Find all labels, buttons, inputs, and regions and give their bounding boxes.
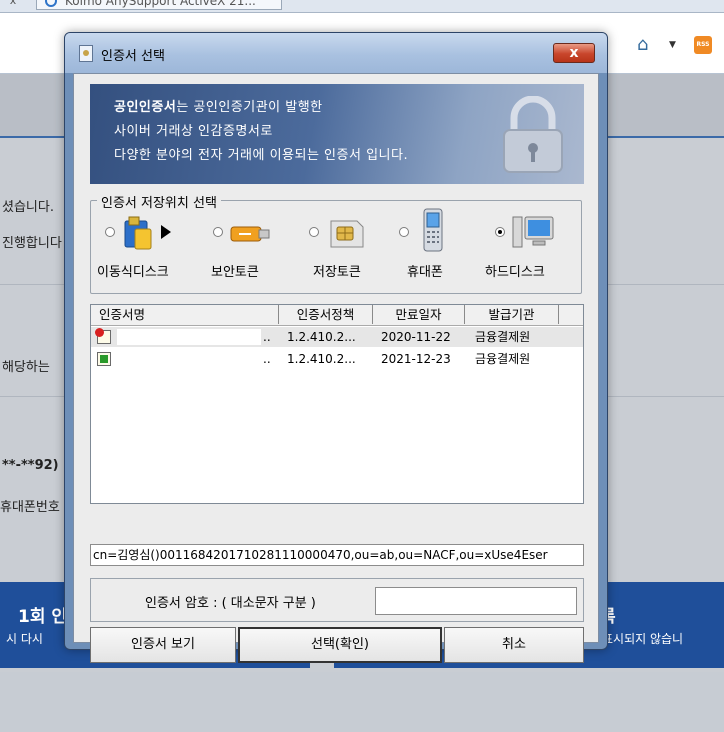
padlock-icon [503,96,563,173]
banner-line-1-text: 는 공인인증기관이 발행한 [176,100,323,115]
rss-icon[interactable]: RSS [694,36,712,54]
password-group: 인증서 암호 : ( 대소문자 구분 ) [90,578,584,622]
banner-line-2: 사이버 거래상 인감증명서로 [114,124,273,139]
browser-tab-bar: x Kolmo AnySupport ActiveX 21... [0,0,724,13]
banner-line-3: 다양한 분야의 전자 거래에 이용되는 인증서 입니다. [114,148,409,163]
table-row[interactable]: .. 1.2.410.2... 2020-11-22 금융결제원 [91,327,583,347]
storage-token-icon [330,220,364,248]
column-header-name[interactable]: 인증서명 [91,305,279,324]
page-footer [0,672,724,732]
ie-icon [45,0,57,7]
certificate-issuer: 금융결제원 [475,330,531,344]
browser-tab-label: Kolmo AnySupport ActiveX 21... [65,0,256,8]
location-removable-disk[interactable]: 이동식디스크 [97,215,205,287]
certificate-select-dialog: 인증서 선택 x 공인인증서는 공인인증기관이 발행한 사이버 거래상 인감증명… [64,32,608,663]
password-input[interactable] [375,587,577,615]
certificate-policy: 1.2.410.2... [287,330,356,344]
certificate-issuer: 금융결제원 [475,352,531,366]
certificate-policy: 1.2.410.2... [287,352,356,366]
certificate-expiry: 2021-12-23 [381,352,451,366]
hard-disk-icon [512,216,554,248]
cancel-button[interactable]: 취소 [444,627,584,663]
tab-close-button[interactable]: x [0,0,26,12]
bg-text-line: 셨습니다. [2,200,54,215]
banner-line-1: 공인인증서는 공인인증기관이 발행한 [114,96,323,115]
confirm-button[interactable]: 선택(확인) [238,627,442,663]
location-label: 보안토큰 [211,265,259,280]
promo-subtitle: 표시되지 않습니 [602,632,684,646]
radio-hard-disk[interactable] [495,227,505,237]
location-label: 하드디스크 [485,265,545,280]
column-header-issuer[interactable]: 발급기관 [465,305,559,324]
location-label: 저장토큰 [313,265,361,280]
radio-removable-disk[interactable] [105,227,115,237]
location-label: 휴대폰 [407,265,443,280]
usb-disk-icon [124,216,171,250]
location-security-token[interactable]: 보안토큰 [211,215,313,287]
mobile-phone-icon [423,208,443,252]
certificate-expiry: 2020-11-22 [381,330,451,344]
column-header-policy[interactable]: 인증서정책 [279,305,373,324]
bg-text-line: **-**92) [2,458,59,473]
list-header: 인증서명 인증서정책 만료일자 발급기관 [91,305,583,326]
certificate-name-ellipsis: .. [263,352,271,366]
promo-title: 1회 인 [18,607,68,627]
certificate-dn-field[interactable]: cn=김영심()0011684201710281110000470,ou=ab,… [90,544,584,566]
storage-location-group: 인증서 저장위치 선택 이동식디스크 보안토큰 저장토큰 휴대폰 하드디스크 [90,192,582,294]
promo-subtitle: 시 다시 [6,632,43,646]
browser-tab[interactable]: Kolmo AnySupport ActiveX 21... [36,0,282,10]
location-hard-disk[interactable]: 하드디스크 [485,215,595,287]
location-storage-token[interactable]: 저장토큰 [309,215,409,287]
certificate-list[interactable]: 인증서명 인증서정책 만료일자 발급기관 .. 1.2.410.2... 202… [90,304,584,504]
column-header-expiry[interactable]: 만료일자 [373,305,465,324]
storage-location-label: 인증서 저장위치 선택 [97,192,221,211]
close-button[interactable]: x [553,43,595,63]
dialog-title: 인증서 선택 [101,49,165,64]
bg-text-line: 진행합니다 [2,236,62,251]
view-certificate-button[interactable]: 인증서 보기 [90,627,236,663]
radio-storage-token[interactable] [309,227,319,237]
banner-bold-text: 공인인증서 [114,100,177,115]
security-token-icon [230,226,270,242]
certificate-name [117,329,261,345]
certificate-icon [79,45,93,62]
dialog-body: 공인인증서는 공인인증기관이 발행한 사이버 거래상 인감증명서로 다양한 분야… [73,73,599,663]
bg-text-line: 해당하는 [2,360,50,375]
info-banner: 공인인증서는 공인인증기관이 발행한 사이버 거래상 인감증명서로 다양한 분야… [90,84,584,184]
chevron-down-icon[interactable]: ▼ [669,40,676,50]
home-icon[interactable]: ⌂ [637,34,659,55]
certificate-name [117,351,261,367]
dialog-titlebar[interactable]: 인증서 선택 x [65,33,607,73]
location-mobile-phone[interactable]: 휴대폰 [399,208,499,287]
password-label: 인증서 암호 : ( 대소문자 구분 ) [145,596,316,611]
table-row[interactable]: .. 1.2.410.2... 2021-12-23 금융결제원 [91,349,583,369]
bg-text-line: 휴대폰번호 [0,500,60,515]
location-label: 이동식디스크 [97,265,169,280]
radio-security-token[interactable] [213,227,223,237]
expired-certificate-icon [95,328,111,344]
certificate-name-ellipsis: .. [263,330,271,344]
valid-certificate-icon [97,352,111,366]
radio-mobile-phone[interactable] [399,227,409,237]
